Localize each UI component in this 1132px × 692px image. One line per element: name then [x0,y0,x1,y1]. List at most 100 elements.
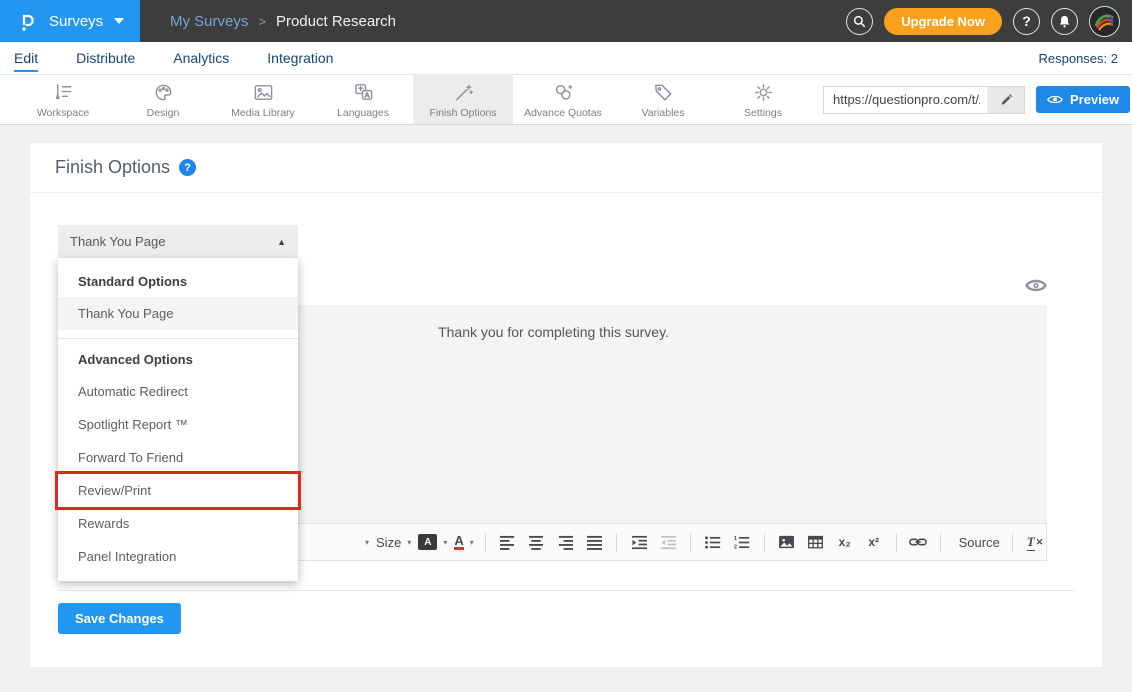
save-changes-button[interactable]: Save Changes [58,603,181,634]
superscript-icon: x² [868,535,879,549]
background-color-button[interactable]: A▾ [418,534,447,550]
menu-group-standard: Standard Options [58,263,298,297]
link-icon [909,536,927,548]
justify-button[interactable] [583,530,605,554]
preview-eye-icon[interactable] [1025,277,1047,294]
toolbar-item-variables[interactable]: Variables [613,75,713,124]
font-combo-arrow[interactable]: ▾ [365,538,369,547]
panel-header: Finish Options ? [30,143,1102,193]
chevron-up-icon: ▲ [277,237,286,247]
menu-item-rewards[interactable]: Rewards [58,507,298,540]
size-combo[interactable]: Size▾ [376,535,411,550]
workspace-icon [52,81,75,104]
insert-table-button[interactable] [805,530,827,554]
search-icon [852,14,867,29]
insert-image-button[interactable] [776,530,798,554]
image-icon [778,535,795,549]
question-mark-icon: ? [1022,13,1031,29]
bulleted-list-icon [704,535,721,550]
table-icon [807,535,824,549]
gear-icon [752,81,775,104]
breadcrumb-separator: > [258,14,266,29]
help-button[interactable]: ? [1013,8,1040,35]
menu-item-review-print[interactable]: Review/Print [58,474,298,507]
menu-item-spotlight-report[interactable]: Spotlight Report ™ [58,408,298,441]
toolbar-item-media-library[interactable]: Media Library [213,75,313,124]
text-color-icon: A [454,534,463,550]
design-palette-icon [152,81,175,104]
breadcrumb-current: Product Research [276,13,396,30]
breadcrumb: My Surveys > Product Research [170,13,396,30]
align-center-button[interactable] [525,530,547,554]
decrease-indent-button[interactable] [657,530,679,554]
survey-nav: Edit Distribute Analytics Integration Re… [0,42,1132,75]
align-right-button[interactable] [554,530,576,554]
align-center-icon [528,535,545,550]
finish-options-panel: Finish Options ? Thank You Page ▲ Thank … [30,143,1102,667]
quota-links-icon [552,81,575,104]
toolbar-item-languages[interactable]: Languages [313,75,413,124]
upgrade-now-button[interactable]: Upgrade Now [884,8,1002,35]
align-left-icon [499,535,516,550]
source-button[interactable]: Source [952,530,1001,554]
eye-icon [1047,94,1063,105]
finish-option-select[interactable]: Thank You Page ▲ [58,225,298,258]
top-bar: Surveys My Surveys > Product Research Up… [0,0,1132,42]
toolbar-item-advance-quotas[interactable]: Advance Quotas [513,75,613,124]
preview-button[interactable]: Preview [1036,86,1130,113]
notifications-button[interactable] [1051,8,1078,35]
toolbar-item-workspace[interactable]: Workspace [13,75,113,124]
finish-option-menu: Standard Options Thank You Page Advanced… [58,258,298,581]
app-window: Surveys My Surveys > Product Research Up… [0,0,1132,692]
superscript-button[interactable]: x² [863,530,885,554]
edit-url-button[interactable] [987,87,1024,113]
nav-tab-analytics[interactable]: Analytics [173,50,229,66]
svg-text:1: 1 [734,536,737,542]
toolbar-item-finish-options[interactable]: Finish Options [413,75,513,124]
select-value: Thank You Page [70,234,165,249]
avatar[interactable] [1089,6,1120,37]
help-icon[interactable]: ? [179,159,196,176]
align-left-button[interactable] [496,530,518,554]
magic-wand-icon [452,81,475,104]
topbar-actions: Upgrade Now ? [846,6,1132,37]
increase-indent-button[interactable] [628,530,650,554]
justify-icon [586,535,603,550]
align-right-icon [557,535,574,550]
insert-link-button[interactable] [907,530,929,554]
menu-item-panel-integration[interactable]: Panel Integration [58,540,298,573]
toolbar-item-settings[interactable]: Settings [713,75,813,124]
responses-count[interactable]: Responses: 2 [1039,51,1119,66]
menu-item-automatic-redirect[interactable]: Automatic Redirect [58,375,298,408]
indent-increase-icon [631,535,648,550]
menu-group-advanced: Advanced Options [58,341,298,375]
nav-tab-edit[interactable]: Edit [14,50,38,66]
languages-icon [352,81,375,104]
menu-item-thank-you-page[interactable]: Thank You Page [58,297,298,330]
media-library-icon [252,81,275,104]
nav-tab-integration[interactable]: Integration [267,50,333,66]
menu-divider [58,338,298,339]
tag-icon [652,81,675,104]
remove-format-icon: T [1027,534,1035,551]
breadcrumb-parent-link[interactable]: My Surveys [170,13,248,30]
subscript-icon: x₂ [839,535,851,549]
nav-tab-distribute[interactable]: Distribute [76,50,135,66]
product-label: Surveys [49,13,103,30]
toolbar-item-design[interactable]: Design [113,75,213,124]
product-switcher[interactable]: Surveys [0,0,140,42]
menu-item-forward-to-friend[interactable]: Forward To Friend [58,441,298,474]
search-button[interactable] [846,8,873,35]
bulleted-list-button[interactable] [702,530,724,554]
bell-icon [1057,14,1072,29]
subscript-button[interactable]: x₂ [834,530,856,554]
numbered-list-button[interactable]: 1 2 [731,530,753,554]
questionpro-logo-icon [16,9,40,33]
remove-format-button[interactable]: T✕ [1024,530,1046,554]
bg-color-icon: A [418,534,437,550]
numbered-list-icon: 1 2 [733,535,750,550]
survey-url-group: Preview [823,75,1130,124]
text-color-button[interactable]: A▾ [454,534,473,550]
page-title: Finish Options [55,157,170,178]
thank-you-text: Thank you for completing this survey. [438,324,669,340]
